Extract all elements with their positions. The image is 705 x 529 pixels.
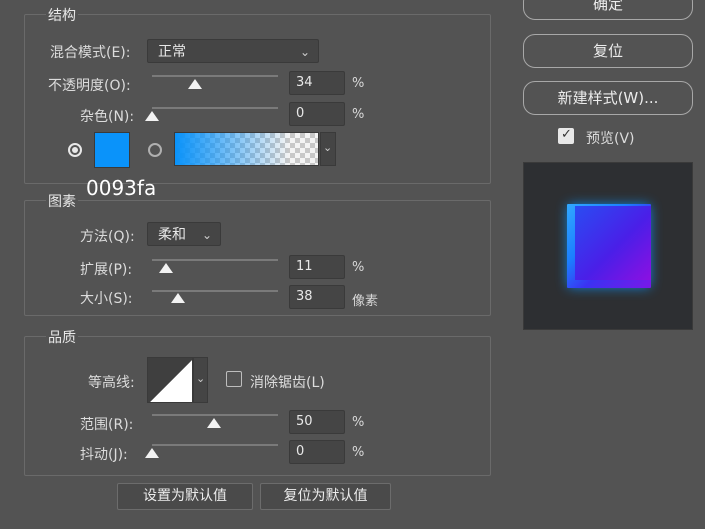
size-unit: 像素 — [352, 294, 379, 309]
preview-canvas — [523, 162, 693, 330]
glow-color-swatch[interactable] — [94, 132, 130, 168]
opacity-slider-thumb[interactable] — [188, 79, 202, 89]
opacity-slider-track[interactable] — [152, 75, 278, 77]
contour-thumbnail[interactable] — [147, 357, 193, 403]
opacity-input[interactable]: 34 — [289, 71, 345, 95]
preview-label: 预览(V) — [586, 131, 635, 147]
spread-slider-thumb[interactable] — [159, 263, 173, 273]
method-select[interactable]: 柔和 ⌄ — [147, 222, 221, 246]
jitter-unit: % — [352, 445, 365, 460]
gradient-dropdown[interactable]: ⌄ — [320, 132, 336, 166]
size-slider-track[interactable] — [152, 290, 278, 292]
ok-button[interactable]: 确定 — [523, 0, 693, 20]
range-label: 范围(R): — [80, 417, 134, 433]
method-value: 柔和 — [158, 227, 186, 243]
make-default-button[interactable]: 设置为默认值 — [117, 483, 253, 510]
preview-inner — [575, 206, 651, 280]
jitter-input[interactable]: 0 — [289, 440, 345, 464]
spread-input[interactable]: 11 — [289, 255, 345, 279]
antialias-checkbox[interactable] — [226, 371, 242, 387]
reset-default-button[interactable]: 复位为默认值 — [260, 483, 391, 510]
quality-title: 品质 — [46, 327, 78, 347]
noise-slider-thumb[interactable] — [145, 111, 159, 121]
chevron-down-icon: ⌄ — [299, 45, 310, 59]
checkmark-icon: ✓ — [561, 127, 572, 142]
blend-mode-select[interactable]: 正常 ⌄ — [147, 39, 319, 63]
noise-unit: % — [352, 107, 365, 122]
range-input[interactable]: 50 — [289, 410, 345, 434]
chevron-down-icon: ⌄ — [323, 141, 333, 154]
structure-title: 结构 — [46, 5, 78, 25]
noise-label: 杂色(N): — [80, 109, 135, 125]
opacity-unit: % — [352, 76, 365, 91]
antialias-label: 消除锯齿(L) — [250, 375, 325, 391]
reset-button[interactable]: 复位 — [523, 34, 693, 68]
opacity-label: 不透明度(O): — [48, 78, 131, 94]
noise-slider-track[interactable] — [152, 107, 278, 109]
gradient-swatch[interactable] — [174, 132, 319, 166]
range-slider-track[interactable] — [152, 414, 278, 416]
jitter-slider-track[interactable] — [152, 444, 278, 446]
blend-mode-value: 正常 — [158, 44, 186, 60]
spread-slider-track[interactable] — [152, 259, 278, 261]
contour-dropdown[interactable]: ⌄ — [193, 357, 208, 403]
solid-color-radio[interactable] — [68, 143, 82, 157]
noise-input[interactable]: 0 — [289, 102, 345, 126]
size-slider-thumb[interactable] — [171, 293, 185, 303]
chevron-down-icon: ⌄ — [201, 228, 212, 242]
size-label: 大小(S): — [80, 291, 133, 307]
preview-checkbox[interactable]: ✓ — [558, 127, 574, 144]
blend-mode-label: 混合模式(E): — [50, 45, 131, 61]
range-unit: % — [352, 415, 365, 430]
jitter-slider-thumb[interactable] — [145, 448, 159, 458]
gradient-radio[interactable] — [148, 143, 162, 157]
range-slider-thumb[interactable] — [207, 418, 221, 428]
spread-label: 扩展(P): — [80, 262, 133, 278]
spread-unit: % — [352, 260, 365, 275]
size-input[interactable]: 38 — [289, 285, 345, 309]
color-hex-annotation: 0093fa — [86, 176, 157, 200]
elements-title: 图素 — [46, 191, 78, 211]
method-label: 方法(Q): — [80, 229, 135, 245]
contour-label: 等高线: — [88, 375, 135, 391]
chevron-down-icon: ⌄ — [196, 372, 206, 385]
new-style-button[interactable]: 新建样式(W)... — [523, 81, 693, 115]
jitter-label: 抖动(J): — [80, 447, 128, 463]
contour-curve-icon — [148, 358, 192, 402]
